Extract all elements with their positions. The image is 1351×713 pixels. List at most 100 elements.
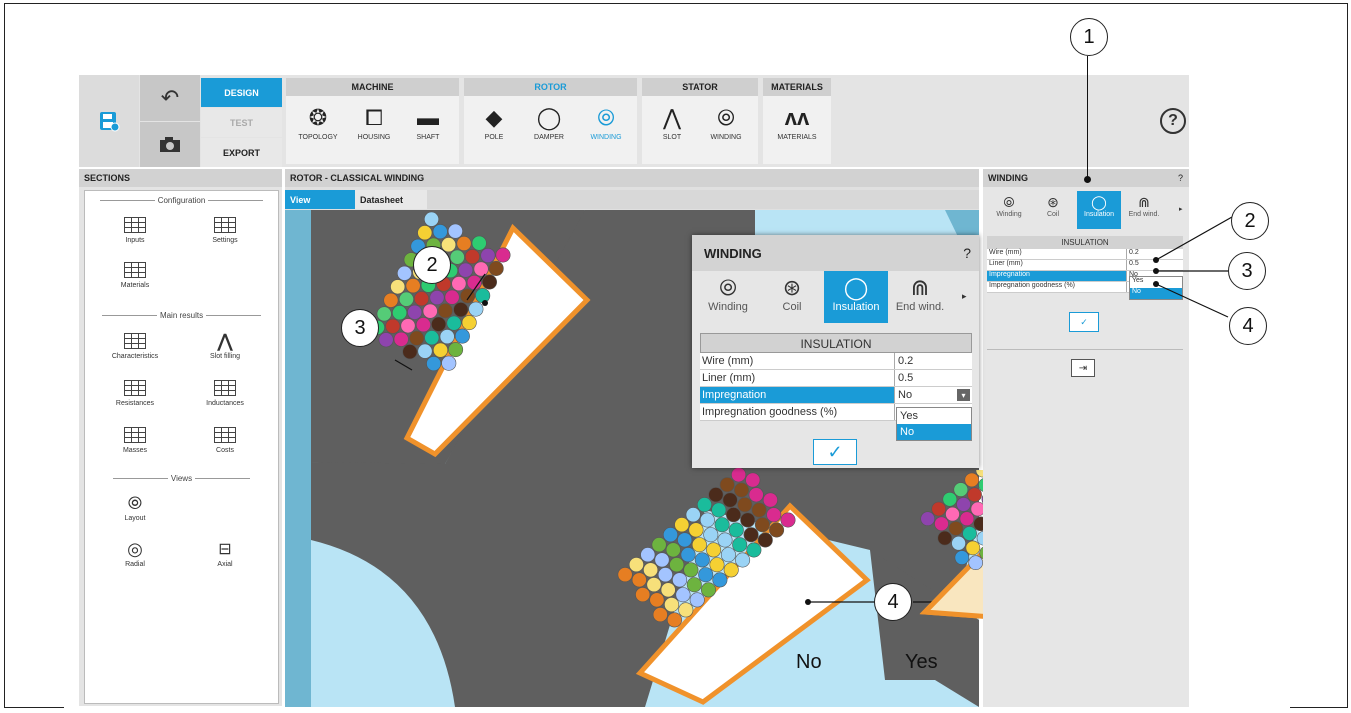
tool-shaft[interactable]: ▬ SHAFT [400,104,456,141]
callout-3: 3 [341,309,379,347]
section-costs[interactable]: Costs [185,423,265,454]
wire-strand [453,302,469,318]
tool-housing[interactable]: ⧠ HOUSING [346,104,402,141]
wire-strand [393,331,409,347]
wire-strand [714,517,730,533]
tool-slot[interactable]: ⋀ SLOT [644,104,700,141]
dialog-tab-winding[interactable]: ⦾ Winding [696,271,760,323]
section-label: Materials [120,282,150,289]
help-button[interactable]: ? [1160,108,1186,134]
wire-strand [725,507,741,523]
tool-topology[interactable]: ❂ TOPOLOGY [290,104,346,141]
section-layout[interactable]: ⦾ Layout [95,491,175,523]
undo-icon: ↶ [160,85,180,110]
section-label: Axial [217,561,233,568]
winding-dialog: WINDING? ⦾ Winding ⊛ Coil ◯ Insulation ⋒ End… [692,235,979,468]
wire-strand [651,537,667,553]
section-label: Characteristics [111,353,159,360]
export-button[interactable]: ⇥ [1071,359,1095,377]
wire-strand [712,572,728,588]
export-icon: ⇥ [1078,362,1088,374]
wire-strand [444,289,460,305]
section-radial[interactable]: ◎ Radial [95,537,175,569]
wire-strand [674,517,690,533]
apply-button[interactable]: ✓ [1069,312,1099,332]
wire-strand [398,291,414,307]
winding-panel-help[interactable]: ? [1178,173,1183,183]
liner-value[interactable]: 0.5 [895,370,972,386]
row-key: Impregnation [700,387,895,403]
row-key: Wire (mm) [987,249,1127,259]
tool-rotor-winding[interactable]: ⦾ WINDING [578,104,634,141]
tab-coil[interactable]: ⊛ Coil [1031,191,1075,229]
wire-strand [694,552,710,568]
wire-strand [740,512,756,528]
tool-label: WINDING [710,134,742,141]
check-icon: ✓ [827,441,843,462]
mode-test-button[interactable]: TEST [201,108,282,137]
dialog-help[interactable]: ? [963,245,971,261]
wire-strand [473,261,489,277]
mode-design-button[interactable]: DESIGN [201,78,282,107]
tool-stator-winding[interactable]: ⦾ WINDING [698,104,754,141]
section-characteristics[interactable]: Characteristics [95,329,175,360]
view-tabs: View Datasheet [285,190,979,209]
undo-button[interactable]: ↶ [140,75,200,121]
snapshot-button[interactable] [140,122,200,167]
section-masses[interactable]: Masses [95,423,175,454]
tab-label: Winding [708,301,748,313]
dialog-tab-coil[interactable]: ⊛ Coil [760,271,824,323]
option-yes[interactable]: Yes [897,408,971,424]
section-inductances[interactable]: Inductances [185,376,265,407]
save-button[interactable] [79,75,139,167]
section-inputs[interactable]: Inputs [95,213,175,244]
tab-winding[interactable]: ⦾ Winding [987,191,1031,229]
wire-strand [748,487,764,503]
damper-icon: ◯ [536,105,562,130]
section-axial[interactable]: ⊟ Axial [185,537,265,568]
wire-strand [402,344,418,360]
tool-pole[interactable]: ◆ POLE [466,104,522,141]
section-materials[interactable]: Materials [95,258,175,289]
wire-strand [461,315,477,331]
tool-label: POLE [484,134,504,141]
shaft-icon: ▬ [417,105,439,130]
wire-strand [482,274,498,290]
wire-strand [429,290,445,306]
dialog-table-title: INSULATION [700,333,972,353]
dialog-tabs-scroll-right-icon[interactable]: ▸ [962,291,967,302]
radial-icon: ◎ [127,538,143,559]
tab-insulation[interactable]: ◯ Insulation [1077,191,1121,229]
tool-materials[interactable]: ʌʌ MATERIALS [769,104,825,141]
section-settings[interactable]: Settings [185,213,265,244]
tab-datasheet[interactable]: Datasheet [355,190,427,209]
wire-value[interactable]: 0.2 [895,353,972,369]
dialog-apply-button[interactable]: ✓ [813,439,857,465]
callout-2-right: 2 [1231,202,1269,240]
mode-export-button[interactable]: EXPORT [201,138,282,167]
table-icon [214,217,236,233]
center-title: ROTOR - CLASSICAL WINDING [285,169,979,187]
wire-strand [688,522,704,538]
chevron-down-icon[interactable]: ▾ [957,389,970,401]
wire-strand [733,482,749,498]
tool-damper[interactable]: ◯ DAMPER [521,104,577,141]
liner-value[interactable]: 0.5 [1127,260,1139,270]
impregnation-select[interactable]: No ▾ [895,387,972,403]
section-slot-filling[interactable]: ⋀ Slot filling [185,329,265,361]
wire-strand [376,306,392,322]
dialog-tab-insulation[interactable]: ◯ Insulation [824,271,888,323]
wire-strand [415,317,431,333]
option-no[interactable]: No [897,424,971,440]
wire-strand [649,592,665,608]
wire-value[interactable]: 0.2 [1127,249,1139,259]
tab-view[interactable]: View [285,190,355,209]
dialog-impregnation-options: Yes No [896,407,972,441]
insulation-icon: ◯ [1091,194,1107,210]
dialog-tab-end-wind[interactable]: ⋒ End wind. [888,271,952,323]
wire-strand [959,511,975,527]
winding-panel-title: WINDING [988,173,1028,183]
section-resistances[interactable]: Resistances [95,376,175,407]
slot-icon: ⋀ [217,330,233,351]
table-icon [214,380,236,396]
